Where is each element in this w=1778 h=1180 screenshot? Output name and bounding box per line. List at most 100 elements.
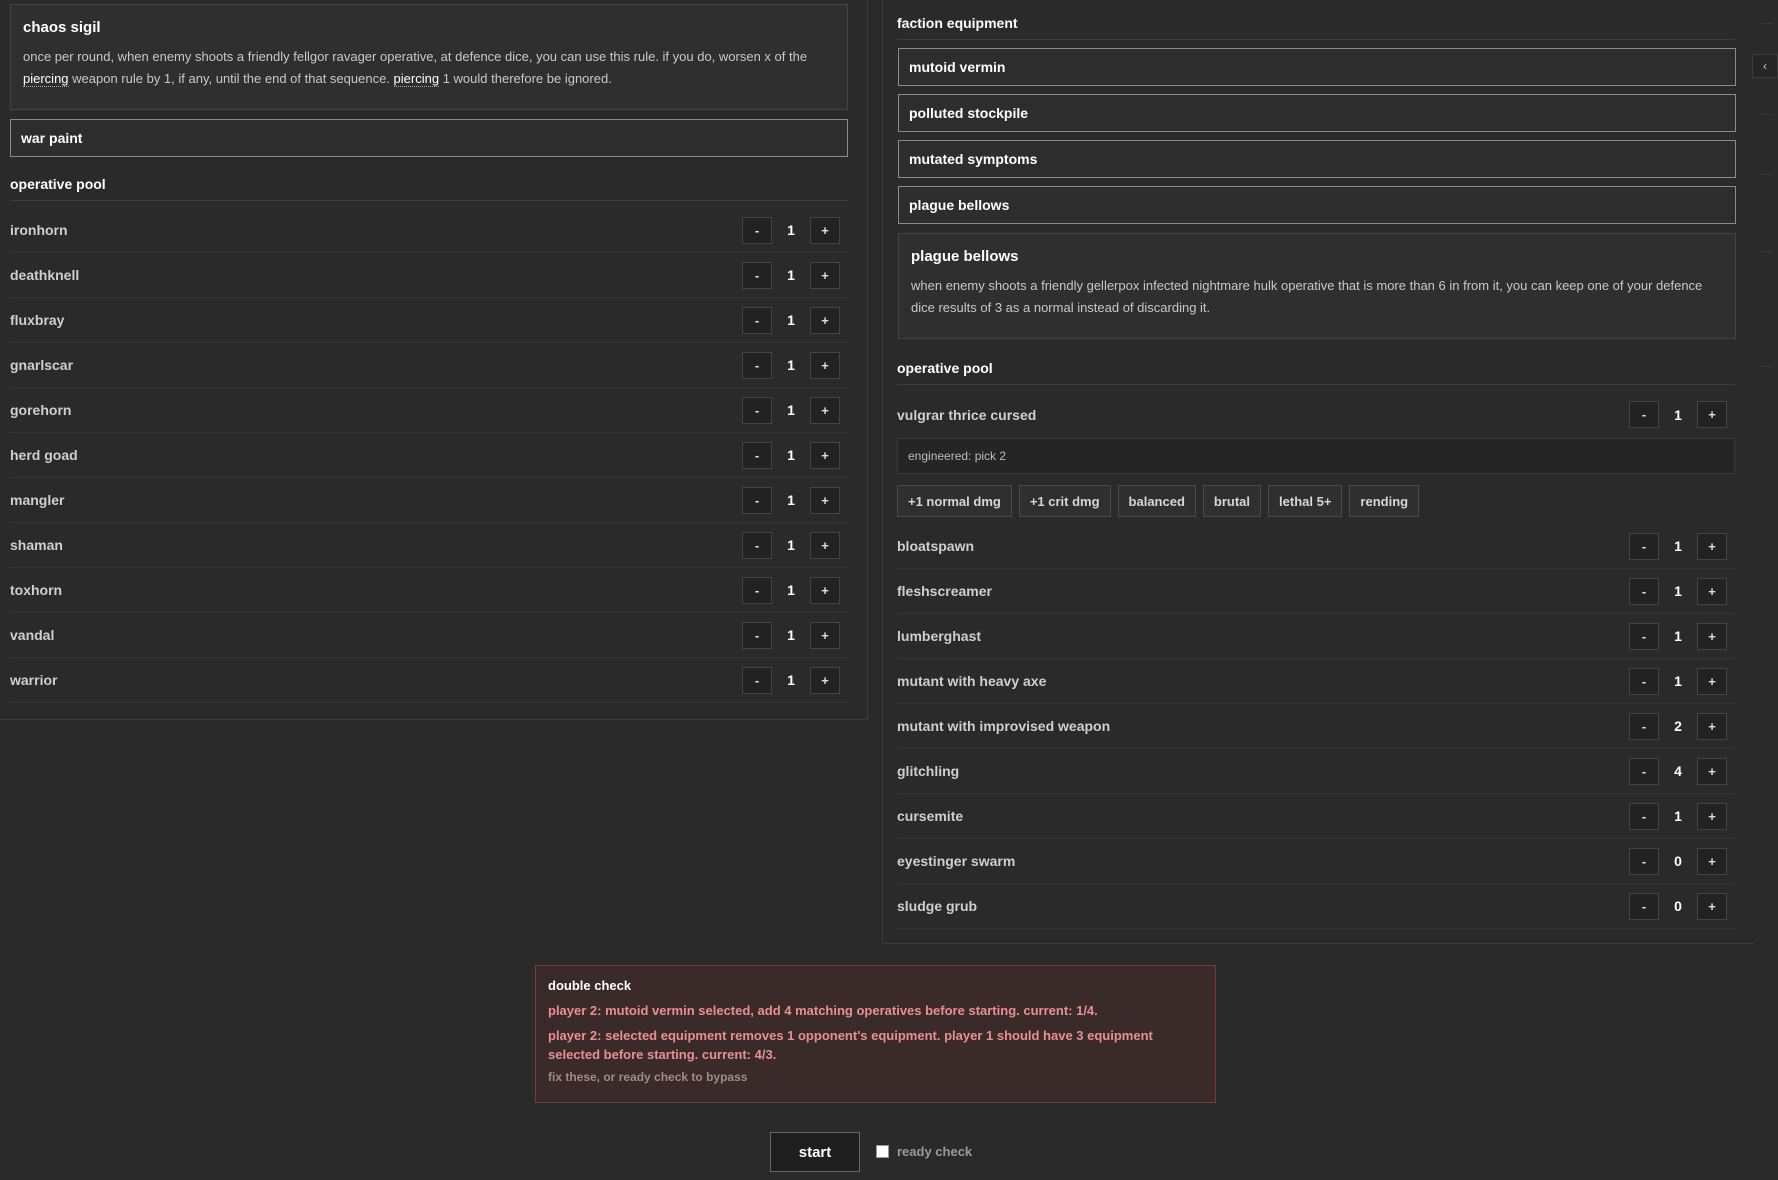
operative-name: glitchling: [897, 763, 960, 779]
player-2-panel: faction equipment mutoid vermin polluted …: [882, 0, 1754, 944]
weapon-rule-chip[interactable]: lethal 5+: [1268, 485, 1343, 517]
rule-text: once per round, when enemy shoots a frie…: [23, 49, 808, 87]
increment-button[interactable]: +: [810, 576, 840, 604]
decrement-button[interactable]: -: [742, 261, 772, 289]
decrement-button[interactable]: -: [742, 666, 772, 694]
plague-bellows-rule: plague bellows when enemy shoots a frien…: [898, 233, 1736, 339]
increment-button[interactable]: +: [810, 216, 840, 244]
quantity-stepper: -2 +: [1629, 712, 1727, 740]
decrement-button[interactable]: -: [742, 351, 772, 379]
operative-pool-heading: operative pool: [897, 360, 1735, 385]
increment-button[interactable]: +: [810, 531, 840, 559]
decrement-button[interactable]: -: [742, 396, 772, 424]
collapse-toggle-button[interactable]: ‹: [1752, 54, 1778, 78]
equipment-item[interactable]: mutoid vermin: [898, 48, 1736, 86]
quantity-stepper: -1 +: [742, 261, 840, 289]
quantity-stepper: -4 +: [1629, 757, 1727, 785]
keyword-piercing[interactable]: piercing: [23, 71, 69, 87]
rule-text: when enemy shoots a friendly gellerpox i…: [911, 278, 1703, 315]
decrement-button[interactable]: -: [1629, 892, 1659, 920]
decrement-button[interactable]: -: [742, 576, 772, 604]
operative-row: vandal -1 +: [10, 613, 848, 658]
equipment-war-paint[interactable]: war paint: [10, 119, 848, 157]
increment-button[interactable]: +: [1697, 847, 1727, 875]
quantity-stepper: -1 +: [742, 486, 840, 514]
decrement-button[interactable]: -: [742, 441, 772, 469]
operative-row: toxhorn -1 +: [10, 568, 848, 613]
operative-name: sludge grub: [897, 898, 978, 914]
quantity-stepper: -1 +: [1629, 622, 1727, 650]
increment-button[interactable]: +: [1697, 712, 1727, 740]
increment-button[interactable]: +: [810, 306, 840, 334]
equipment-item[interactable]: mutated symptoms: [898, 140, 1736, 178]
increment-button[interactable]: +: [810, 396, 840, 424]
decrement-button[interactable]: -: [742, 531, 772, 559]
increment-button[interactable]: +: [810, 441, 840, 469]
decrement-button[interactable]: -: [742, 621, 772, 649]
double-check-warning: double check player 2: mutoid vermin sel…: [535, 965, 1216, 1103]
ready-check-checkbox[interactable]: [876, 1145, 889, 1158]
increment-button[interactable]: +: [1697, 401, 1727, 428]
operative-name: mutant with improvised weapon: [897, 718, 1111, 734]
decrement-button[interactable]: -: [742, 306, 772, 334]
quantity-value: 1: [787, 222, 795, 238]
increment-button[interactable]: +: [1697, 892, 1727, 920]
operative-row: mutant with heavy axe -1 +: [897, 659, 1735, 704]
increment-button[interactable]: +: [1697, 577, 1727, 605]
quantity-stepper: -1 +: [1629, 802, 1727, 830]
decrement-button[interactable]: -: [1629, 401, 1659, 428]
increment-button[interactable]: +: [1697, 667, 1727, 695]
increment-button[interactable]: +: [1697, 532, 1727, 560]
decrement-button[interactable]: -: [1629, 802, 1659, 830]
decrement-button[interactable]: -: [1629, 712, 1659, 740]
decrement-button[interactable]: -: [1629, 667, 1659, 695]
equipment-item[interactable]: plague bellows: [898, 186, 1736, 224]
increment-button[interactable]: +: [1697, 802, 1727, 830]
operative-name: gorehorn: [10, 402, 72, 418]
increment-button[interactable]: +: [810, 621, 840, 649]
increment-button[interactable]: +: [1697, 622, 1727, 650]
decrement-button[interactable]: -: [1629, 622, 1659, 650]
weapon-rule-chip[interactable]: +1 crit dmg: [1018, 485, 1111, 517]
weapon-rule-chip[interactable]: +1 normal dmg: [897, 485, 1012, 517]
quantity-value: 0: [1674, 898, 1682, 914]
quantity-value: 2: [1674, 718, 1682, 734]
increment-button[interactable]: +: [1697, 757, 1727, 785]
decrement-button[interactable]: -: [742, 216, 772, 244]
rule-title: plague bellows: [911, 248, 1019, 265]
player-1-panel: chaos sigil once per round, when enemy s…: [0, 0, 868, 720]
quantity-stepper: -1 +: [742, 621, 840, 649]
decrement-button[interactable]: -: [742, 486, 772, 514]
operative-row: lumberghast -1 +: [897, 614, 1735, 659]
quantity-value: 1: [787, 402, 795, 418]
increment-button[interactable]: +: [810, 351, 840, 379]
warning-message: player 2: mutoid vermin selected, add 4 …: [548, 1003, 1098, 1018]
decrement-button[interactable]: -: [1629, 577, 1659, 605]
quantity-stepper: -1 +: [742, 306, 840, 334]
weapon-rule-chip[interactable]: brutal: [1202, 485, 1262, 517]
quantity-stepper: -0 +: [1629, 892, 1727, 920]
operative-row: herd goad -1 +: [10, 433, 848, 478]
quantity-stepper: -1 +: [742, 396, 840, 424]
decrement-button[interactable]: -: [1629, 532, 1659, 560]
weapon-rule-chip[interactable]: balanced: [1117, 485, 1196, 517]
increment-button[interactable]: +: [810, 666, 840, 694]
operative-row: bloatspawn -1 +: [897, 524, 1735, 569]
quantity-value: 1: [787, 312, 795, 328]
keyword-piercing[interactable]: piercing: [393, 71, 440, 87]
quantity-value: 1: [1674, 406, 1682, 423]
ready-check-label: ready check: [897, 1144, 973, 1159]
decrement-button[interactable]: -: [1629, 847, 1659, 875]
operative-name: eyestinger swarm: [897, 853, 1016, 869]
quantity-stepper: -1 +: [742, 441, 840, 469]
operative-name: gnarlscar: [10, 357, 74, 373]
decrement-button[interactable]: -: [1629, 757, 1659, 785]
operative-row: mangler -1 +: [10, 478, 848, 523]
equipment-item[interactable]: polluted stockpile: [898, 94, 1736, 132]
weapon-rule-chip[interactable]: rending: [1349, 485, 1420, 517]
increment-button[interactable]: +: [810, 486, 840, 514]
operative-name: mutant with heavy axe: [897, 673, 1047, 689]
operative-row: glitchling -4 +: [897, 749, 1735, 794]
start-button[interactable]: start: [770, 1132, 860, 1172]
increment-button[interactable]: +: [810, 261, 840, 289]
